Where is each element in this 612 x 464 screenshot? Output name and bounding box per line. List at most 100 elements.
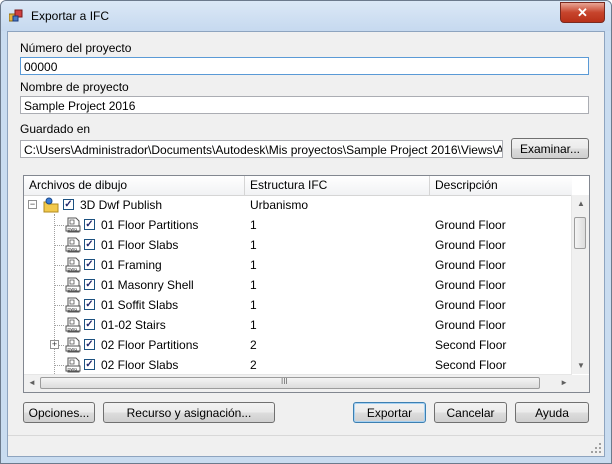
file-name: 01 Floor Partitions <box>101 218 199 232</box>
scroll-corner <box>572 375 589 392</box>
ifc-structure: 1 <box>250 298 257 312</box>
project-name-field[interactable]: Sample Project 2016 <box>20 96 589 114</box>
file-checkbox[interactable]: ✓ <box>84 219 95 230</box>
scroll-left-icon[interactable]: ◄ <box>28 378 36 387</box>
browse-button[interactable]: Examinar... <box>511 138 589 159</box>
file-row[interactable]: DWG ✓ 01 Floor Partitions 1 Ground Floor <box>24 215 572 235</box>
project-number-label: Número del proyecto <box>20 41 132 55</box>
file-description: Ground Floor <box>435 298 506 312</box>
close-button[interactable]: ✕ <box>560 2 605 23</box>
column-header-files[interactable]: Archivos de dibujo <box>24 176 245 195</box>
file-checkbox[interactable]: ✓ <box>84 279 95 290</box>
file-checkbox[interactable]: ✓ <box>84 319 95 330</box>
file-description: Ground Floor <box>435 218 506 232</box>
dwg-file-icon: DWG <box>65 217 81 233</box>
root-file-name: 3D Dwf Publish <box>80 198 163 212</box>
collapse-icon[interactable]: − <box>28 200 37 209</box>
scroll-up-icon[interactable]: ▲ <box>577 199 585 208</box>
tree-line <box>54 245 64 246</box>
ifc-structure: 1 <box>250 218 257 232</box>
tree-line <box>54 365 64 366</box>
file-description: Ground Floor <box>435 258 506 272</box>
svg-text:DWG: DWG <box>68 226 78 231</box>
column-header-structure[interactable]: Estructura IFC <box>245 176 430 195</box>
file-description: Ground Floor <box>435 318 506 332</box>
svg-text:DWG: DWG <box>68 246 78 251</box>
file-name: 01 Masonry Shell <box>101 278 194 292</box>
file-name: 01-02 Stairs <box>101 318 166 332</box>
file-row[interactable]: DWG ✓ 01 Masonry Shell 1 Ground Floor <box>24 275 572 295</box>
ifc-structure: 2 <box>250 358 257 372</box>
status-bar <box>8 435 604 456</box>
scroll-right-icon[interactable]: ► <box>560 378 568 387</box>
file-name: 02 Floor Slabs <box>101 358 179 372</box>
resources-mapping-button[interactable]: Recurso y asignación... <box>103 402 275 423</box>
svg-text:DWG: DWG <box>68 266 78 271</box>
tree-line <box>54 225 64 226</box>
dwg-file-icon: DWG <box>65 297 81 313</box>
svg-text:DWG: DWG <box>68 326 78 331</box>
dwg-file-icon: DWG <box>65 237 81 253</box>
saved-in-path-field[interactable]: C:\Users\Administrador\Documents\Autodes… <box>20 140 503 158</box>
file-name: 02 Floor Partitions <box>101 338 199 352</box>
file-description: Ground Floor <box>435 278 506 292</box>
horizontal-scroll-thumb[interactable]: III <box>40 377 540 389</box>
dwg-file-icon: DWG <box>65 337 81 353</box>
export-button[interactable]: Exportar <box>353 402 426 423</box>
options-button[interactable]: Opciones... <box>23 402 95 423</box>
ifc-structure: 1 <box>250 318 257 332</box>
dwg-file-icon: DWG <box>65 277 81 293</box>
drawing-files-grid: Archivos de dibujo Estructura IFC Descri… <box>23 175 590 393</box>
column-header-description[interactable]: Descripción <box>430 176 572 195</box>
file-description: Ground Floor <box>435 238 506 252</box>
title-bar[interactable]: Exportar a IFC ✕ <box>1 1 611 31</box>
dwg-file-icon: DWG <box>65 257 81 273</box>
close-icon: ✕ <box>577 4 588 20</box>
vertical-scrollbar[interactable]: ▲ ▼ <box>571 195 589 374</box>
saved-in-label: Guardado en <box>20 122 91 136</box>
dialog-body: Número del proyecto 00000 Nombre de proy… <box>7 31 605 457</box>
svg-text:DWG: DWG <box>68 366 78 371</box>
grid-header: Archivos de dibujo Estructura IFC Descri… <box>24 176 572 196</box>
root-checkbox[interactable]: ✓ <box>63 199 74 210</box>
resize-grip-icon[interactable] <box>590 442 602 454</box>
svg-text:DWG: DWG <box>68 306 78 311</box>
svg-text:DWG: DWG <box>68 346 78 351</box>
project-number-field[interactable]: 00000 <box>20 57 589 75</box>
file-name: 01 Framing <box>101 258 162 272</box>
ifc-structure: 1 <box>250 238 257 252</box>
file-row[interactable]: DWG ✓ 01-02 Stairs 1 Ground Floor <box>24 315 572 335</box>
file-checkbox[interactable]: ✓ <box>84 259 95 270</box>
vertical-scroll-thumb[interactable] <box>574 217 586 249</box>
file-name: 01 Floor Slabs <box>101 238 179 252</box>
file-row[interactable]: DWG ✓ 02 Floor Slabs 2 Second Floor <box>24 355 572 375</box>
file-description: Second Floor <box>435 338 507 352</box>
file-row[interactable]: + DWG ✓ 02 Floor Partitions 2 Second Floor <box>24 335 572 355</box>
window-title: Exportar a IFC <box>31 9 110 23</box>
export-ifc-dialog: Exportar a IFC ✕ Número del proyecto 000… <box>0 0 612 464</box>
project-name-label: Nombre de proyecto <box>20 80 129 94</box>
horizontal-scrollbar[interactable]: ◄ III ► <box>24 374 572 392</box>
tree-root-row[interactable]: − ✓ 3D Dwf Publish Urbanismo <box>24 195 572 215</box>
scroll-grip: III <box>281 377 288 386</box>
ifc-structure: 1 <box>250 258 257 272</box>
file-row[interactable]: DWG ✓ 01 Framing 1 Ground Floor <box>24 255 572 275</box>
tree-line <box>54 305 64 306</box>
tree-line <box>54 285 64 286</box>
file-row[interactable]: DWG ✓ 01 Floor Slabs 1 Ground Floor <box>24 235 572 255</box>
file-checkbox[interactable]: ✓ <box>84 339 95 350</box>
tree-line <box>54 325 64 326</box>
scroll-down-icon[interactable]: ▼ <box>577 361 585 370</box>
svg-text:DWG: DWG <box>68 286 78 291</box>
ifc-structure: 1 <box>250 278 257 292</box>
root-structure: Urbanismo <box>250 198 309 212</box>
ifc-structure: 2 <box>250 338 257 352</box>
expand-icon[interactable]: + <box>50 340 59 349</box>
file-description: Second Floor <box>435 358 507 372</box>
file-checkbox[interactable]: ✓ <box>84 239 95 250</box>
cancel-button[interactable]: Cancelar <box>434 402 507 423</box>
file-checkbox[interactable]: ✓ <box>84 359 95 370</box>
help-button[interactable]: Ayuda <box>515 402 589 423</box>
file-row[interactable]: DWG ✓ 01 Soffit Slabs 1 Ground Floor <box>24 295 572 315</box>
file-checkbox[interactable]: ✓ <box>84 299 95 310</box>
